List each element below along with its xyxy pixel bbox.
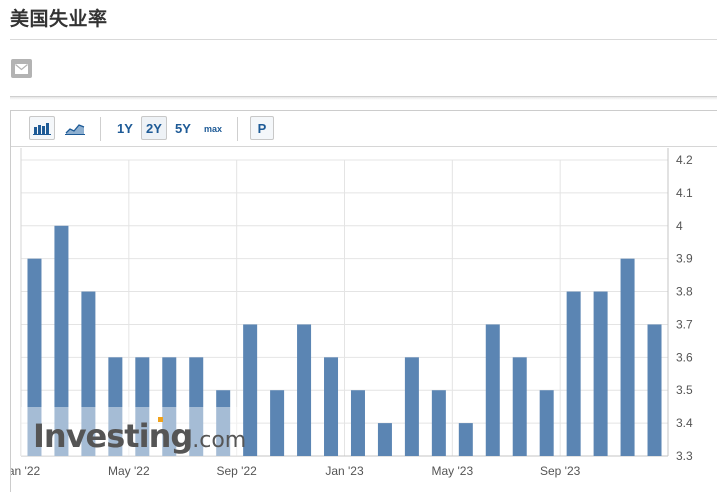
bar bbox=[377, 423, 392, 456]
unemployment-bar-chart: 4.2 4.1 4 3.9 3.8 3.7 3.6 3.5 3.4 3.3 Jan '22 May '… bbox=[11, 148, 693, 478]
bar bbox=[404, 357, 419, 456]
x-tick-label: Jan '23 bbox=[325, 464, 364, 478]
bar bbox=[350, 390, 365, 456]
email-button[interactable] bbox=[11, 59, 32, 78]
watermark-suffix: .com bbox=[192, 428, 246, 453]
x-tick-label: Jan '22 bbox=[11, 464, 40, 478]
y-tick-label: 3.4 bbox=[676, 416, 693, 430]
x-tick-label: May '23 bbox=[432, 464, 474, 478]
bar bbox=[324, 357, 339, 456]
bar bbox=[431, 390, 446, 456]
bar bbox=[539, 390, 554, 456]
bar bbox=[458, 423, 473, 456]
bar bbox=[593, 291, 608, 456]
bar bbox=[297, 324, 312, 456]
bar bbox=[566, 291, 581, 456]
y-tick-label: 3.9 bbox=[676, 252, 693, 266]
y-tick-label: 3.3 bbox=[676, 449, 693, 463]
bar bbox=[485, 324, 500, 456]
y-tick-label: 4 bbox=[676, 219, 683, 233]
watermark-text: Investing bbox=[33, 417, 192, 455]
section-divider bbox=[10, 96, 717, 100]
bar bbox=[620, 258, 635, 456]
x-tick-label: Sep '22 bbox=[217, 464, 258, 478]
x-tick-label: May '22 bbox=[108, 464, 150, 478]
chart-panel: 1Y 2Y 5Y max P 4.2 4.1 4 3.9 3.8 3.7 3.6 3.5 3.4… bbox=[10, 110, 717, 492]
bar bbox=[647, 324, 662, 456]
envelope-icon bbox=[15, 63, 28, 74]
y-tick-label: 3.6 bbox=[676, 350, 693, 364]
page-title: 美国失业率 bbox=[10, 8, 108, 30]
watermark-accent bbox=[158, 417, 163, 422]
y-tick-label: 4.2 bbox=[676, 153, 693, 167]
y-tick-label: 3.8 bbox=[676, 285, 693, 299]
title-divider bbox=[10, 39, 717, 40]
bar bbox=[512, 357, 527, 456]
x-tick-label: Sep '23 bbox=[540, 464, 581, 478]
y-tick-label: 3.5 bbox=[676, 383, 693, 397]
y-tick-label: 3.7 bbox=[676, 317, 693, 331]
bar bbox=[270, 390, 285, 456]
y-tick-label: 4.1 bbox=[676, 186, 693, 200]
